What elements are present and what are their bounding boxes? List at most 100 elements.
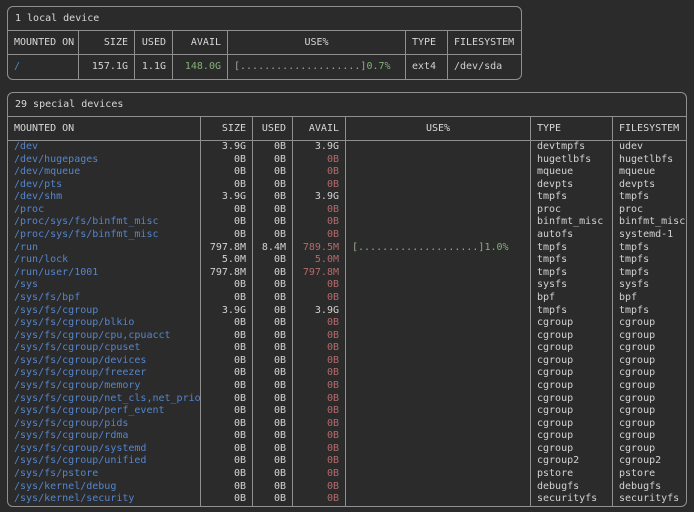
- filesystem-cell: securityfs: [613, 493, 686, 506]
- size-cell: 5.0M: [201, 254, 253, 267]
- column-header-used: USED: [253, 117, 293, 141]
- used-cell: 0B: [253, 179, 293, 192]
- filesystem-cell: binfmt_misc: [613, 216, 686, 229]
- used-cell: 0B: [253, 279, 293, 292]
- size-cell: 0B: [201, 418, 253, 431]
- filesystem-cell: tmpfs: [613, 254, 686, 267]
- size-cell: 0B: [201, 166, 253, 179]
- use-percent-cell: [346, 216, 531, 229]
- avail-cell: 0B: [293, 179, 346, 192]
- local-devices-table: 1 local device MOUNTED ON SIZE USED AVAI…: [7, 6, 522, 80]
- used-cell: 0B: [253, 367, 293, 380]
- use-percent-cell: [346, 191, 531, 204]
- size-cell: 0B: [201, 355, 253, 368]
- column-header-filesystem: FILESYSTEM: [613, 117, 686, 141]
- size-cell: 0B: [201, 330, 253, 343]
- type-cell: cgroup2: [531, 455, 613, 468]
- mount-point-cell: /sys/fs/cgroup/devices: [8, 355, 201, 368]
- column-header-filesystem: FILESYSTEM: [448, 31, 521, 55]
- filesystem-cell: tmpfs: [613, 191, 686, 204]
- type-cell: autofs: [531, 229, 613, 242]
- size-cell: 3.9G: [201, 191, 253, 204]
- column-header-size: SIZE: [201, 117, 253, 141]
- used-cell: 0B: [253, 154, 293, 167]
- size-cell: 0B: [201, 179, 253, 192]
- size-cell: 797.8M: [201, 267, 253, 280]
- use-percent-cell: [....................]0.7%: [228, 55, 406, 79]
- column-header-mounted-on: MOUNTED ON: [8, 117, 201, 141]
- filesystem-cell: cgroup: [613, 380, 686, 393]
- type-cell: devpts: [531, 179, 613, 192]
- use-percent-cell: [346, 229, 531, 242]
- mount-point-cell: /sys/fs/cgroup: [8, 305, 201, 318]
- size-cell: 797.8M: [201, 242, 253, 255]
- type-cell: devtmpfs: [531, 141, 613, 154]
- avail-cell: 0B: [293, 430, 346, 443]
- avail-cell: 0B: [293, 216, 346, 229]
- avail-cell: 0B: [293, 418, 346, 431]
- filesystem-cell: cgroup: [613, 418, 686, 431]
- type-cell: bpf: [531, 292, 613, 305]
- size-cell: 0B: [201, 367, 253, 380]
- used-cell: 0B: [253, 342, 293, 355]
- type-cell: ext4: [406, 55, 448, 79]
- avail-cell: 0B: [293, 355, 346, 368]
- type-cell: securityfs: [531, 493, 613, 506]
- type-cell: cgroup: [531, 430, 613, 443]
- use-percent-cell: [346, 455, 531, 468]
- mount-point-cell: /proc/sys/fs/binfmt_misc: [8, 216, 201, 229]
- type-cell: cgroup: [531, 405, 613, 418]
- column-header-avail: AVAIL: [293, 117, 346, 141]
- filesystem-cell: /dev/sda: [448, 55, 521, 79]
- filesystem-cell: tmpfs: [613, 242, 686, 255]
- column-header-type: TYPE: [531, 117, 613, 141]
- avail-cell: 0B: [293, 229, 346, 242]
- mount-point-cell: /sys/fs/cgroup/systemd: [8, 443, 201, 456]
- avail-cell: 0B: [293, 154, 346, 167]
- use-percent-cell: [346, 279, 531, 292]
- usage-percent: 1.0%: [484, 242, 508, 255]
- size-cell: 0B: [201, 317, 253, 330]
- mount-point-cell: /sys/fs/bpf: [8, 292, 201, 305]
- filesystem-cell: sysfs: [613, 279, 686, 292]
- avail-cell: 0B: [293, 292, 346, 305]
- avail-cell: 5.0M: [293, 254, 346, 267]
- use-percent-cell: [346, 355, 531, 368]
- special-devices-title: 29 special devices: [8, 93, 686, 117]
- local-devices-title: 1 local device: [8, 7, 521, 31]
- type-cell: cgroup: [531, 355, 613, 368]
- filesystem-cell: cgroup: [613, 330, 686, 343]
- column-header-use-pct: USE%: [228, 31, 406, 55]
- filesystem-cell: cgroup: [613, 405, 686, 418]
- use-percent-cell: [346, 141, 531, 154]
- mount-point-cell: /sys: [8, 279, 201, 292]
- use-percent-cell: [346, 380, 531, 393]
- mount-point-cell: /sys/fs/cgroup/unified: [8, 455, 201, 468]
- used-cell: 0B: [253, 418, 293, 431]
- used-cell: 0B: [253, 141, 293, 154]
- size-cell: 3.9G: [201, 305, 253, 318]
- type-cell: cgroup: [531, 330, 613, 343]
- use-percent-cell: [346, 330, 531, 343]
- mount-point-cell: /sys/fs/cgroup/freezer: [8, 367, 201, 380]
- use-percent-cell: [346, 481, 531, 494]
- column-header-use-pct: USE%: [346, 117, 531, 141]
- avail-cell: 0B: [293, 380, 346, 393]
- avail-cell: 0B: [293, 493, 346, 506]
- size-cell: 0B: [201, 493, 253, 506]
- size-cell: 0B: [201, 393, 253, 406]
- used-cell: 0B: [253, 493, 293, 506]
- type-cell: proc: [531, 204, 613, 217]
- avail-cell: 148.0G: [173, 55, 228, 79]
- column-header-avail: AVAIL: [173, 31, 228, 55]
- avail-cell: 789.5M: [293, 242, 346, 255]
- use-percent-cell: [346, 342, 531, 355]
- use-percent-cell: [346, 204, 531, 217]
- avail-cell: 3.9G: [293, 191, 346, 204]
- avail-cell: 0B: [293, 166, 346, 179]
- size-cell: 0B: [201, 481, 253, 494]
- type-cell: tmpfs: [531, 254, 613, 267]
- use-percent-cell: [346, 367, 531, 380]
- mount-point-cell: /sys/fs/cgroup/cpu,cpuacct: [8, 330, 201, 343]
- column-header-type: TYPE: [406, 31, 448, 55]
